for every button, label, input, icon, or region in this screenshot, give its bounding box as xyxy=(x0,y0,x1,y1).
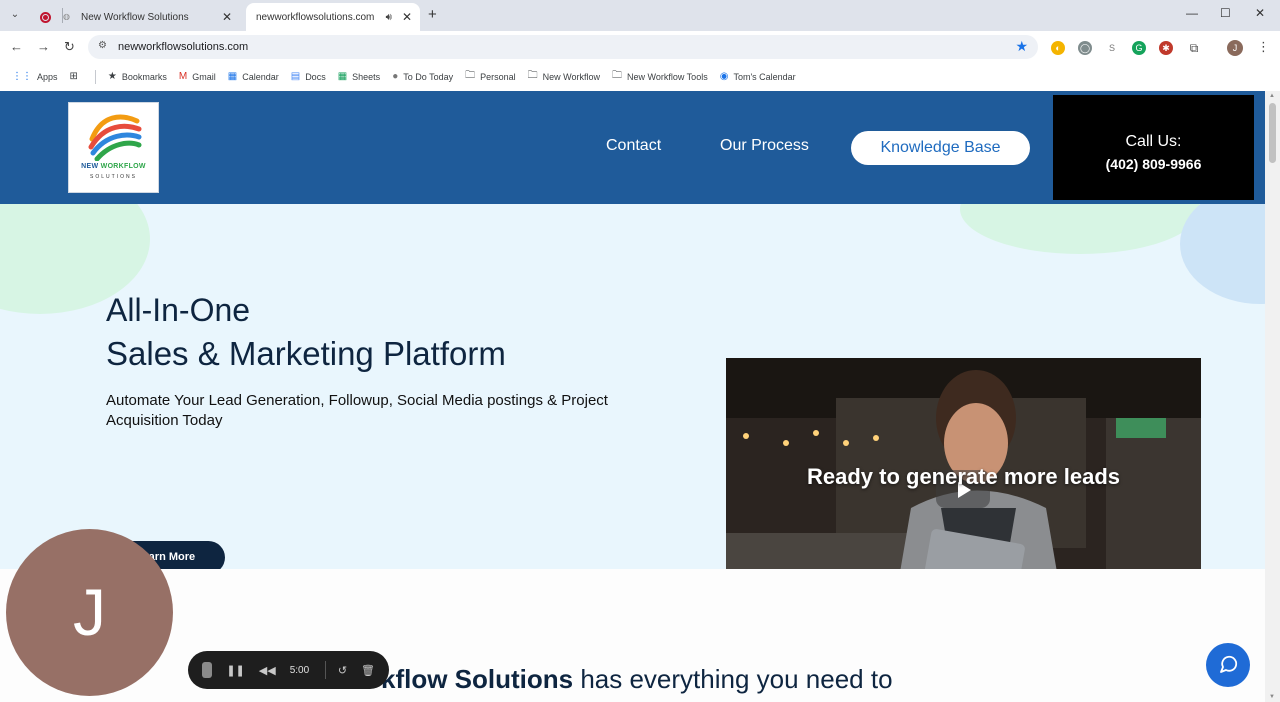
trash-icon[interactable]: 🗑︎ xyxy=(361,664,375,677)
webpage: NEW WORKFLOW SOLUTIONS Contact Our Proce… xyxy=(0,91,1265,702)
tab-title: newworkflowsolutions.com xyxy=(256,11,375,23)
url-text[interactable]: newworkflowsolutions.com xyxy=(118,41,248,53)
folder-icon: 🗀︎ xyxy=(527,70,538,81)
call-us-box[interactable]: Call Us: (402) 809-9966 xyxy=(1053,95,1254,200)
nav-our-process[interactable]: Our Process xyxy=(720,137,809,155)
recording-timer: 5:00 xyxy=(289,664,310,676)
extension-icon[interactable]: ◐ xyxy=(1051,41,1065,55)
bookmarks-bar: ⋮⋮ Apps ⊞ ★ Bookmarks M Gmail ▦ Calendar ▤ Do… xyxy=(0,63,1280,90)
scroll-down-icon[interactable]: ▼ xyxy=(1269,694,1275,700)
back-arrow-icon[interactable]: ← xyxy=(10,39,23,54)
folder-icon: 🗀︎ xyxy=(612,70,622,81)
bookmark-sheets[interactable]: ▦ Sheets xyxy=(338,71,380,82)
whatsapp-extension-icon[interactable]: ◯ xyxy=(1078,41,1092,55)
promo-video[interactable]: Ready to generate more leads xyxy=(726,358,1201,569)
tab-search-chevron-icon[interactable]: ⌄ xyxy=(6,6,24,24)
reload-icon[interactable]: ↻ xyxy=(64,39,75,55)
circle-icon: ◉ xyxy=(719,71,729,82)
bookmark-apps[interactable]: ⋮⋮ Apps xyxy=(12,71,58,82)
stop-recording-button[interactable] xyxy=(202,662,213,678)
recording-controls: ❚❚ ◀◀ 5:00 ↺ 🗑︎ xyxy=(188,651,389,689)
close-icon[interactable]: ✕ xyxy=(402,10,412,24)
video-caption: Ready to generate more leads xyxy=(806,464,1120,489)
site-info-icon[interactable]: ⚙ xyxy=(98,40,107,51)
webcam-avatar-bubble[interactable]: J xyxy=(6,529,173,696)
bookmark-to-do-today[interactable]: ● To Do Today xyxy=(392,71,453,82)
hero-title: All-In-One xyxy=(106,292,251,328)
tab-strip: ⌄ ◍ New Workflow Solutions ✕ newworkflow… xyxy=(0,0,1280,31)
apps-grid-icon: ⋮⋮ xyxy=(12,71,32,82)
company-logo[interactable]: NEW WORKFLOW SOLUTIONS xyxy=(68,102,159,193)
pause-icon[interactable]: ❚❚ xyxy=(226,664,244,677)
speaker-icon[interactable]: 🔊︎ xyxy=(386,12,392,23)
window-close-icon[interactable]: ✕ xyxy=(1255,6,1265,20)
tab-divider xyxy=(62,8,63,23)
bookmark-bookmarks[interactable]: ★ Bookmarks xyxy=(108,71,167,82)
bookmark-docs[interactable]: ▤ Docs xyxy=(291,71,326,82)
maximize-icon[interactable]: ☐ xyxy=(1220,6,1231,20)
bookmark-calendar[interactable]: ▦ Calendar xyxy=(228,71,279,82)
folder-icon: 🗀︎ xyxy=(465,70,476,81)
profile-avatar[interactable]: J xyxy=(1227,40,1243,56)
knowledge-base-button[interactable]: Knowledge Base xyxy=(851,131,1030,165)
apple-icon: ● xyxy=(392,71,399,82)
bookmark-gmail[interactable]: M Gmail xyxy=(179,71,216,82)
bookmark-new-workflow-tools[interactable]: 🗀︎ New Workflow Tools xyxy=(612,68,708,85)
chat-widget-button[interactable] xyxy=(1206,643,1250,687)
phone-number[interactable]: (402) 809-9966 xyxy=(1053,156,1254,172)
star-icon: ★ xyxy=(107,71,117,82)
sheets-icon: ▦ xyxy=(337,71,348,82)
tab-newworkflowsolutions[interactable]: newworkflowsolutions.com 🔊︎ ✕ xyxy=(246,3,420,31)
grammarly-icon[interactable]: G xyxy=(1132,41,1146,55)
s-extension-icon[interactable]: S xyxy=(1105,41,1119,55)
calendar-icon: ▦ xyxy=(227,71,238,82)
bookmark-divider xyxy=(94,69,96,84)
logo-wordmark: NEW WORKFLOW xyxy=(81,163,146,170)
page-scrollbar[interactable]: ▲ ▼ xyxy=(1265,91,1280,702)
intro-section: orkflow Solutions has everything you nee… xyxy=(0,569,1265,702)
close-icon[interactable]: ✕ xyxy=(222,10,232,24)
hero-subtitle: Automate Your Lead Generation, Followup,… xyxy=(106,392,608,429)
call-us-label: Call Us: xyxy=(1125,133,1182,150)
bookmark-personal[interactable]: 🗀︎ Personal xyxy=(465,68,516,85)
minimize-icon[interactable]: — xyxy=(1186,6,1198,20)
new-tab-button[interactable]: + xyxy=(428,6,437,23)
page-favicon-icon: ◍ xyxy=(63,12,70,21)
extension-badge-icon[interactable]: ✱ xyxy=(1159,41,1173,55)
address-bar[interactable]: ⚙ newworkflowsolutions.com ★ xyxy=(88,35,1038,59)
bookmark-grid[interactable]: ⊞ xyxy=(70,71,83,82)
extensions-puzzle-icon[interactable]: ⧉ xyxy=(1187,41,1201,55)
intro-heading: orkflow Solutions has everything you nee… xyxy=(355,664,893,694)
controls-divider xyxy=(325,661,326,679)
bookmark-new-workflow[interactable]: 🗀︎ New Workflow xyxy=(528,68,600,85)
logo-swirl-icon xyxy=(88,114,142,161)
rewind-icon[interactable]: ◀◀ xyxy=(259,664,276,677)
hero-section: All-In-One Sales & Marketing Platform Au… xyxy=(0,204,1265,569)
scroll-up-icon[interactable]: ▲ xyxy=(1269,93,1275,99)
chat-icon xyxy=(1220,655,1238,673)
logo-tagline: SOLUTIONS xyxy=(90,174,137,180)
nav-contact[interactable]: Contact xyxy=(606,137,661,155)
forward-arrow-icon[interactable]: → xyxy=(37,39,50,54)
docs-icon: ▤ xyxy=(290,71,301,82)
bookmark-toms-calendar[interactable]: ◉ Tom's Calendar xyxy=(720,71,796,82)
recording-icon xyxy=(40,11,51,23)
decorative-blob xyxy=(1180,204,1265,304)
bookmark-star-icon[interactable]: ★ xyxy=(1015,38,1028,55)
browser-toolbar: ← → ↻ ⚙ newworkflowsolutions.com ★ ◐ ◯ S… xyxy=(0,31,1280,63)
decorative-blob xyxy=(960,204,1200,254)
gmail-icon: M xyxy=(178,71,188,82)
site-header: NEW WORKFLOW SOLUTIONS Contact Our Proce… xyxy=(0,91,1265,204)
tab-title: New Workflow Solutions xyxy=(81,11,189,23)
hero-title-line2: Sales & Marketing Platform xyxy=(106,335,506,372)
menu-kebab-icon[interactable]: ⋮ xyxy=(1257,39,1270,55)
grid-icon: ⊞ xyxy=(69,71,78,82)
restart-icon[interactable]: ↺ xyxy=(338,664,347,677)
scroll-thumb[interactable] xyxy=(1269,103,1276,163)
